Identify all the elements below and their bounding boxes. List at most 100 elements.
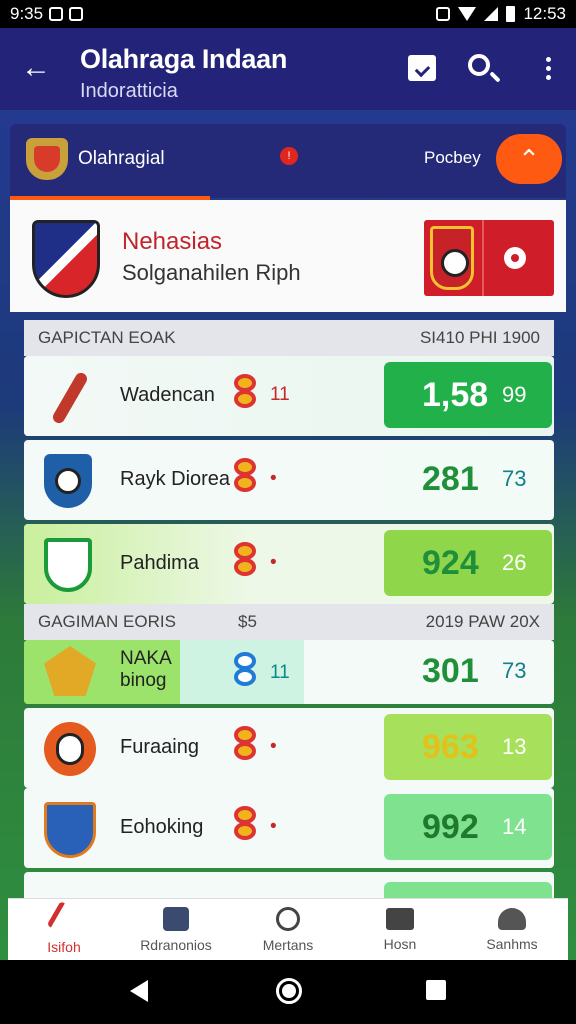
section-header: GAGIMAN EORIS $5 2019 PAW 20X	[24, 604, 554, 640]
stats-icon	[234, 726, 258, 764]
featured-match-card[interactable]: Nehasias Solganahilen Riph	[10, 200, 566, 312]
table-row[interactable]: Wadencan 11 1,58 99	[24, 356, 554, 436]
team-name: Eohoking	[120, 816, 204, 838]
more-vert-icon	[545, 56, 551, 80]
back-arrow-icon[interactable]: ←	[18, 50, 54, 86]
battery-icon	[506, 6, 516, 22]
signal-icon	[484, 7, 499, 21]
nav-label: Isifoh	[47, 938, 81, 955]
team-stat: •	[270, 816, 277, 837]
chevron-up-icon: ⌃	[518, 143, 540, 174]
notification-icon	[49, 7, 64, 21]
team-name: Wadencan	[120, 384, 215, 406]
app-notification-icon	[69, 7, 84, 21]
player-icon	[276, 906, 300, 931]
table-row[interactable]: Furaaing • 963 13	[24, 708, 554, 788]
team-score: 992	[422, 808, 479, 846]
nav-label: Sanhms	[486, 935, 538, 952]
people-icon	[498, 907, 526, 930]
status-time-right: 12:53	[523, 4, 566, 23]
team-stat: •	[270, 552, 277, 573]
system-back-icon[interactable]	[130, 980, 148, 1002]
nav-label: Mertans	[262, 936, 314, 953]
status-time-left: 9:35	[10, 4, 44, 23]
tv-icon	[386, 907, 414, 930]
team-stat: 11	[270, 384, 290, 405]
league-name: Olahragial	[78, 148, 165, 169]
league-sport: Pocbey	[424, 148, 481, 167]
nav-label: Hosn	[383, 935, 417, 952]
team-crest-icon	[44, 454, 96, 508]
search-button[interactable]	[462, 48, 502, 88]
team-crest-icon	[44, 538, 96, 592]
team-crest-icon	[44, 646, 96, 700]
section-meta: 2019 PAW 20X	[425, 612, 540, 631]
featured-team-name: Nehasias	[122, 228, 223, 255]
alert-badge: !	[280, 147, 298, 165]
team-crest-icon	[44, 722, 96, 776]
team-score: 281	[422, 460, 479, 498]
team-score-secondary: 99	[502, 382, 527, 407]
team-score: 1,58	[422, 376, 489, 414]
team-name: Rayk Diorea	[120, 468, 231, 490]
team-name: NAKA binog	[120, 648, 172, 691]
team-score-secondary: 13	[502, 734, 527, 759]
table-row[interactable]: Rayk Diorea • 281 73	[24, 440, 554, 520]
team-stat: 11	[270, 662, 290, 683]
table-row[interactable]: Eohoking • 992 14	[24, 788, 554, 868]
stats-icon	[234, 542, 258, 580]
app-bar: ← Olahraga Indaan Indoratticia	[0, 28, 576, 110]
section-header: GAPICTAN EOAK SI410 PHI 1900	[24, 320, 554, 356]
featured-opponent-logo	[424, 220, 554, 296]
kick-icon	[46, 900, 82, 937]
more-options-button[interactable]	[528, 48, 568, 88]
record-icon	[504, 247, 526, 269]
featured-team-crest-icon	[32, 220, 104, 300]
nav-item-news[interactable]: Rdranonios	[120, 899, 232, 960]
nav-item-teams[interactable]: Sanhms	[456, 899, 568, 960]
calendar-button[interactable]	[402, 48, 442, 88]
app-title: Olahraga Indaan	[80, 44, 288, 74]
team-score: 301	[422, 652, 479, 690]
nav-item-players[interactable]: Mertans	[232, 899, 344, 960]
table-row[interactable]: NAKA binog 11 301 73	[24, 640, 554, 704]
section-meta: SI410 PHI 1900	[419, 328, 540, 347]
team-score-secondary: 14	[502, 814, 527, 839]
stats-icon	[234, 652, 258, 690]
team-name: Pahdima	[120, 552, 199, 574]
team-stat: •	[270, 736, 277, 757]
search-icon	[468, 54, 490, 76]
stats-icon	[234, 374, 258, 412]
team-score: 963	[422, 728, 479, 766]
league-crest-icon	[26, 138, 68, 180]
system-recents-icon[interactable]	[426, 980, 446, 1000]
team-crest-icon	[44, 370, 96, 426]
section-title: GAGIMAN EORIS	[38, 612, 176, 631]
bottom-navigation: Isifoh Rdranonios Mertans Hosn Sanhms	[8, 898, 568, 960]
nav-item-tv[interactable]: Hosn	[344, 899, 456, 960]
team-score: 924	[422, 544, 479, 582]
table-row[interactable]: Pahdima • 924 26	[24, 524, 554, 604]
calendar-icon	[408, 55, 436, 81]
team-name: Furaaing	[120, 736, 199, 758]
stats-icon	[234, 458, 258, 496]
nav-item-home[interactable]: Isifoh	[8, 899, 120, 960]
team-crest-icon	[44, 802, 96, 858]
news-icon	[163, 906, 189, 931]
featured-team-subtitle: Solganahilen Riph	[122, 260, 301, 285]
nfc-icon	[436, 7, 451, 21]
team-score-secondary: 73	[502, 658, 527, 683]
team-score-secondary: 73	[502, 466, 527, 491]
team-stat: •	[270, 468, 277, 489]
stats-icon	[234, 806, 258, 844]
status-bar: 9:35 12:53	[0, 0, 576, 28]
system-navigation-bar	[0, 960, 576, 1024]
app-subtitle: Indoratticia	[80, 80, 178, 102]
system-home-icon[interactable]	[276, 978, 302, 1004]
league-action-button[interactable]: ⌃	[496, 134, 562, 184]
nav-label: Rdranonios	[140, 936, 212, 953]
team-score-secondary: 26	[502, 550, 527, 575]
section-title: GAPICTAN EOAK	[38, 328, 176, 347]
league-header[interactable]: Olahragial ! Pocbey ⌃	[10, 124, 566, 198]
section-mid: $5	[238, 612, 257, 631]
